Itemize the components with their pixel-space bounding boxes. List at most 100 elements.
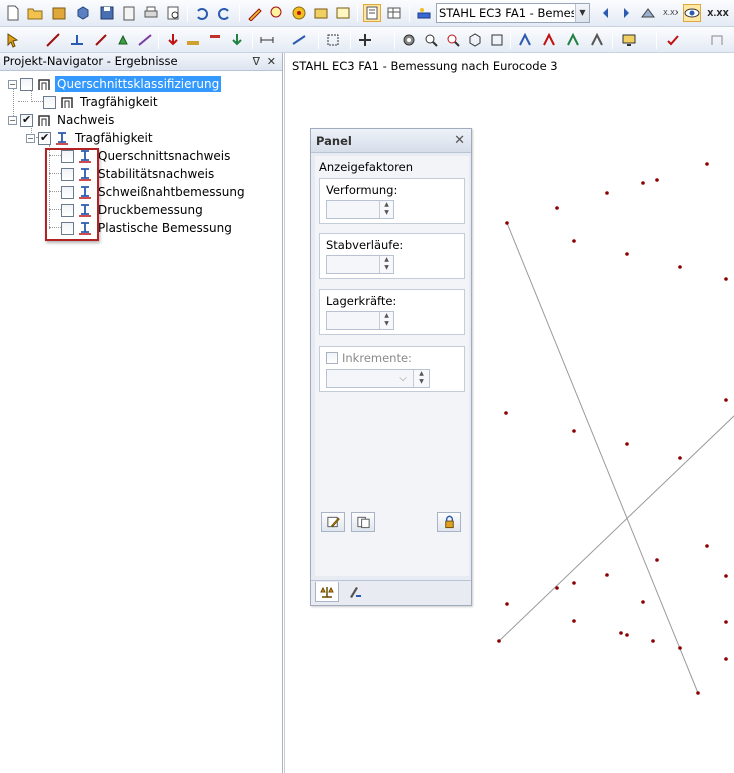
values-icon[interactable]: X.XX xyxy=(661,4,679,22)
copy-settings-button[interactable] xyxy=(351,512,375,532)
tab-factors[interactable] xyxy=(315,582,339,602)
model-icon[interactable] xyxy=(312,4,330,22)
pointer-icon[interactable] xyxy=(4,31,22,49)
stepper-arrows-icon[interactable]: ▲ ▼ xyxy=(379,256,393,273)
view-cube-icon[interactable] xyxy=(488,31,506,49)
save-icon[interactable] xyxy=(98,4,116,22)
view-z-icon[interactable] xyxy=(564,31,582,49)
collapse-icon[interactable]: − xyxy=(8,79,17,89)
view-3d-icon[interactable] xyxy=(466,31,484,49)
verformung-stepper[interactable]: ▲ ▼ xyxy=(326,200,394,219)
result-values-icon[interactable]: X.XX xyxy=(706,4,730,22)
collapse-icon[interactable]: − xyxy=(8,115,17,125)
render-icon[interactable] xyxy=(639,4,657,22)
chevron-down-icon[interactable]: ⌵ xyxy=(395,370,411,387)
inkremente-select[interactable]: ⌵ ▲ ▼ xyxy=(326,369,430,388)
load-tool-icon[interactable] xyxy=(164,31,182,49)
cube-icon[interactable] xyxy=(74,4,92,22)
print-icon[interactable] xyxy=(142,4,160,22)
stepper-arrows-icon[interactable]: ▲ ▼ xyxy=(413,370,429,387)
tree-label-schweissnahtbemessung[interactable]: Schweißnahtbemessung xyxy=(96,184,247,200)
undo-icon[interactable] xyxy=(193,4,211,22)
open-project-icon[interactable] xyxy=(50,4,68,22)
redo-icon[interactable] xyxy=(215,4,233,22)
open-folder-icon[interactable] xyxy=(26,4,44,22)
tree-node-nachweis[interactable]: − Nachweis xyxy=(8,111,116,129)
search-icon[interactable] xyxy=(268,4,286,22)
imposed-load-icon[interactable] xyxy=(228,31,246,49)
tree-label-nachweis[interactable]: Nachweis xyxy=(55,112,116,128)
line-tool-icon[interactable] xyxy=(92,31,110,49)
panel-toggle-icon[interactable] xyxy=(363,4,381,22)
guideline-icon[interactable] xyxy=(290,31,308,49)
stepper-arrows-icon[interactable]: ▲ ▼ xyxy=(379,201,393,218)
support-tool-icon[interactable] xyxy=(114,31,132,49)
node-point xyxy=(724,398,728,402)
edit-settings-button[interactable] xyxy=(321,512,345,532)
display-icon[interactable] xyxy=(620,31,638,49)
clipboard-icon[interactable] xyxy=(120,4,138,22)
view-y-icon[interactable] xyxy=(540,31,558,49)
member-tool-icon[interactable] xyxy=(68,31,86,49)
checkbox-qk-tragfaehigkeit[interactable] xyxy=(43,95,56,109)
lock-button[interactable] xyxy=(437,512,461,532)
chevron-down-icon[interactable]: ▼ xyxy=(575,4,589,22)
free-load-icon[interactable] xyxy=(206,31,224,49)
section-icon xyxy=(59,95,75,109)
target-icon[interactable] xyxy=(290,4,308,22)
node-point xyxy=(641,181,645,185)
checkbox-nachweis[interactable] xyxy=(20,113,33,127)
tree-label-nw-tragfaehigkeit[interactable]: Tragfähigkeit xyxy=(73,130,155,146)
check-icon[interactable] xyxy=(664,31,682,49)
dimension-icon[interactable] xyxy=(258,31,276,49)
zoom-window-icon[interactable] xyxy=(444,31,462,49)
draw-icon[interactable] xyxy=(246,4,264,22)
tree-label-querschnittsnachweis[interactable]: Querschnittsnachweis xyxy=(96,148,232,164)
next-arrow-icon[interactable] xyxy=(617,4,635,22)
tree-node-querschnittsklassifizierung[interactable]: − Querschnittsklassifizierung xyxy=(8,75,222,93)
gear-icon[interactable] xyxy=(400,31,418,49)
table-icon[interactable] xyxy=(385,4,403,22)
node-tool-icon[interactable] xyxy=(44,31,62,49)
tree-label-plastische-bemessung[interactable]: Plastische Bemessung xyxy=(96,220,234,236)
close-icon[interactable]: ✕ xyxy=(267,53,276,70)
label-stabverlaeufe: Stabverläufe: xyxy=(326,238,404,252)
select-window-icon[interactable] xyxy=(324,31,342,49)
section-icon xyxy=(36,77,52,91)
zoom-icon[interactable] xyxy=(422,31,440,49)
tree-label-qk-tragfaehigkeit[interactable]: Tragfähigkeit xyxy=(78,94,160,110)
view-x-icon[interactable] xyxy=(516,31,534,49)
view-minus-x-icon[interactable] xyxy=(588,31,606,49)
stepper-arrows-icon[interactable]: ▲ ▼ xyxy=(379,312,393,329)
group-inkremente: Inkremente: ⌵ ▲ ▼ xyxy=(319,346,465,392)
lagerkraefte-stepper[interactable]: ▲ ▼ xyxy=(326,311,394,330)
tree-label-stabilitaetsnachweis[interactable]: Stabilitätsnachweis xyxy=(96,166,216,182)
load-case-icon[interactable] xyxy=(184,31,202,49)
tree-label-querschnittsklassifizierung[interactable]: Querschnittsklassifizierung xyxy=(55,76,222,92)
panel-title-bar: Panel ✕ xyxy=(311,129,471,153)
tree-label-druckbemessung[interactable]: Druckbemessung xyxy=(96,202,205,218)
tree-node-qk-tragfaehigkeit[interactable]: Tragfähigkeit xyxy=(43,93,160,111)
module-select[interactable]: STAHL EC3 FA1 - Bemessun ▼ xyxy=(436,3,590,23)
hinge-tool-icon[interactable] xyxy=(136,31,154,49)
inkremente-row[interactable]: Inkremente: xyxy=(326,351,412,365)
frame-icon[interactable] xyxy=(708,31,726,49)
navigator-title: Projekt-Navigator - Ergebnisse xyxy=(3,54,178,68)
checkbox-nw-tragfaehigkeit[interactable] xyxy=(38,131,51,145)
print-preview-icon[interactable] xyxy=(164,4,182,22)
pin-icon[interactable]: ᐁ xyxy=(252,53,260,70)
stabverlaeufe-stepper[interactable]: ▲ ▼ xyxy=(326,255,394,274)
tab-filter[interactable] xyxy=(343,582,367,602)
close-icon[interactable]: ✕ xyxy=(454,129,465,153)
previous-arrow-icon[interactable] xyxy=(597,4,615,22)
checkbox-inkremente[interactable] xyxy=(326,352,338,364)
checkbox-querschnittsklassifizierung[interactable] xyxy=(20,77,33,91)
edit-icon xyxy=(326,516,340,528)
move-icon[interactable] xyxy=(356,31,374,49)
window-icon[interactable] xyxy=(334,4,352,22)
tree-node-nw-tragfaehigkeit[interactable]: − Tragfähigkeit xyxy=(26,129,155,147)
node-point xyxy=(678,456,682,460)
show-results-icon[interactable] xyxy=(683,4,701,22)
new-file-icon[interactable] xyxy=(4,4,22,22)
collapse-icon[interactable]: − xyxy=(26,133,35,143)
